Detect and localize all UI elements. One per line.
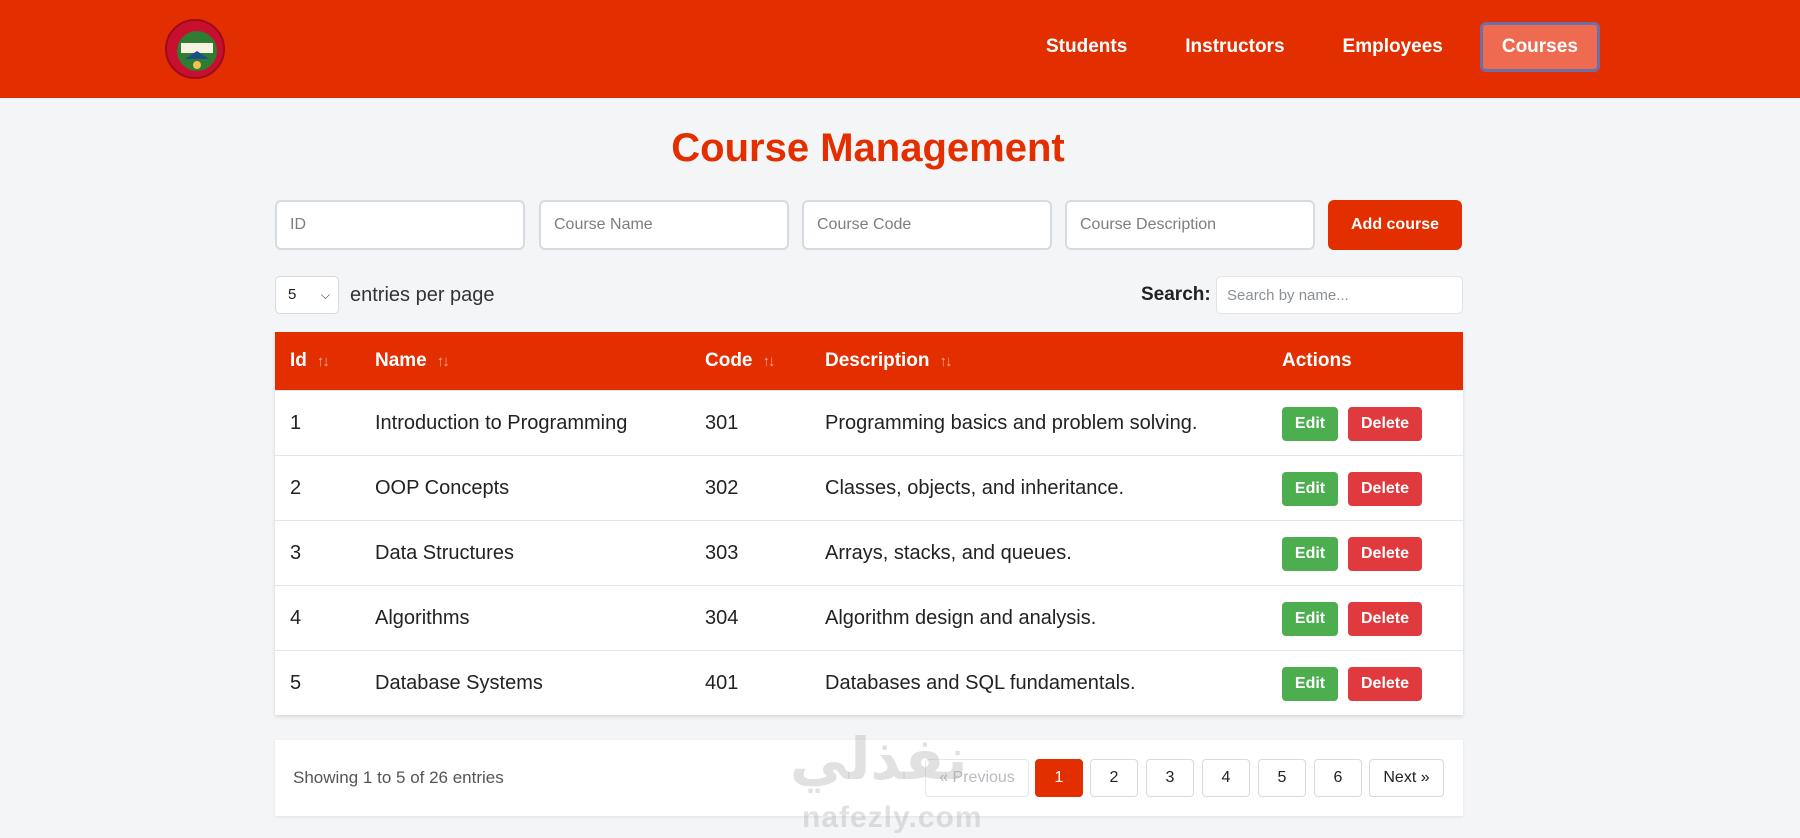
page-button-1[interactable]: 1	[1035, 759, 1083, 797]
chevron-down-icon: ⌵	[320, 288, 330, 302]
next-page-button[interactable]: Next »	[1369, 759, 1444, 797]
header-code[interactable]: Code ↑↓	[705, 332, 776, 390]
course-name-input[interactable]	[539, 200, 789, 250]
delete-button[interactable]: Delete	[1348, 537, 1422, 571]
delete-button[interactable]: Delete	[1348, 472, 1422, 506]
edit-button[interactable]: Edit	[1282, 472, 1338, 506]
search-label: Search:	[1141, 284, 1211, 305]
entries-label: entries per page	[350, 284, 495, 306]
cell-name: Algorithms	[375, 607, 470, 629]
cell-code: 303	[705, 542, 739, 564]
cell-name: Introduction to Programming	[375, 412, 628, 434]
header-code-label: Code	[705, 350, 753, 371]
cell-description: Classes, objects, and inheritance.	[825, 477, 1125, 499]
cell-name: Database Systems	[375, 672, 543, 694]
showing-entries-text: Showing 1 to 5 of 26 entries	[293, 768, 504, 787]
logo[interactable]	[165, 19, 225, 79]
table-row: 1 Introduction to Programming 301 Progra…	[275, 390, 1463, 455]
course-code-input[interactable]	[802, 200, 1052, 250]
nav-employees[interactable]: Employees	[1314, 22, 1472, 72]
delete-button[interactable]: Delete	[1348, 667, 1422, 701]
header-name-label: Name	[375, 350, 427, 371]
nav-instructors[interactable]: Instructors	[1156, 22, 1313, 72]
course-description-input[interactable]	[1065, 200, 1315, 250]
sort-icon: ↑↓	[939, 353, 953, 370]
cell-description: Arrays, stacks, and queues.	[825, 542, 1072, 564]
delete-button[interactable]: Delete	[1348, 602, 1422, 636]
nav-students[interactable]: Students	[1017, 22, 1156, 72]
cell-id: 1	[290, 412, 302, 434]
entries-per-page-select[interactable]: 5 ⌵	[275, 276, 339, 314]
sort-icon: ↑↓	[762, 353, 776, 370]
delete-button[interactable]: Delete	[1348, 407, 1422, 441]
cell-code: 401	[705, 672, 739, 694]
nav-links: Students Instructors Employees Courses	[1017, 22, 1600, 72]
page-button-4[interactable]: 4	[1202, 759, 1250, 797]
search-input[interactable]	[1216, 276, 1463, 314]
sort-icon: ↑↓	[316, 353, 330, 370]
header-description[interactable]: Description ↑↓	[825, 332, 953, 390]
edit-button[interactable]: Edit	[1282, 667, 1338, 701]
add-course-button[interactable]: Add course	[1328, 200, 1462, 250]
header-id-label: Id	[290, 350, 307, 371]
cell-id: 4	[290, 607, 302, 629]
table-row: 2 OOP Concepts 302 Classes, objects, and…	[275, 455, 1463, 520]
page-title: Course Management	[671, 126, 1065, 170]
page-button-2[interactable]: 2	[1090, 759, 1138, 797]
header-actions: Actions	[1282, 350, 1352, 371]
nav-courses[interactable]: Courses	[1479, 22, 1600, 72]
table-row: 5 Database Systems 401 Databases and SQL…	[275, 650, 1463, 715]
header-name[interactable]: Name ↑↓	[375, 332, 450, 390]
table-row: 3 Data Structures 303 Arrays, stacks, an…	[275, 520, 1463, 585]
edit-button[interactable]: Edit	[1282, 407, 1338, 441]
cell-description: Databases and SQL fundamentals.	[825, 672, 1136, 694]
cell-code: 302	[705, 477, 739, 499]
cell-code: 301	[705, 412, 739, 434]
cell-name: OOP Concepts	[375, 477, 510, 499]
cell-name: Data Structures	[375, 542, 514, 564]
cell-description: Programming basics and problem solving.	[825, 412, 1198, 434]
table-row: 4 Algorithms 304 Algorithm design and an…	[275, 585, 1463, 650]
page-button-3[interactable]: 3	[1146, 759, 1194, 797]
previous-page-button[interactable]: « Previous	[925, 759, 1029, 797]
entries-value: 5	[288, 286, 297, 303]
page-button-5[interactable]: 5	[1258, 759, 1306, 797]
cell-id: 3	[290, 542, 302, 564]
cell-description: Algorithm design and analysis.	[825, 607, 1097, 629]
id-input[interactable]	[275, 200, 525, 250]
cell-id: 2	[290, 477, 302, 499]
edit-button[interactable]: Edit	[1282, 602, 1338, 636]
cell-code: 304	[705, 607, 739, 629]
courses-table: Id ↑↓ Name ↑↓ Code ↑↓ Description ↑↓ Actions…	[275, 332, 1463, 715]
sort-icon: ↑↓	[436, 353, 450, 370]
header-description-label: Description	[825, 350, 930, 371]
cell-id: 5	[290, 672, 302, 694]
header-id[interactable]: Id ↑↓	[290, 332, 330, 390]
top-navbar: Students Instructors Employees Courses	[0, 0, 1800, 98]
page-button-6[interactable]: 6	[1314, 759, 1362, 797]
edit-button[interactable]: Edit	[1282, 537, 1338, 571]
pagination-bar: Showing 1 to 5 of 26 entries « Previous …	[275, 740, 1463, 816]
table-header: Id ↑↓ Name ↑↓ Code ↑↓ Description ↑↓ Actions	[275, 332, 1463, 390]
